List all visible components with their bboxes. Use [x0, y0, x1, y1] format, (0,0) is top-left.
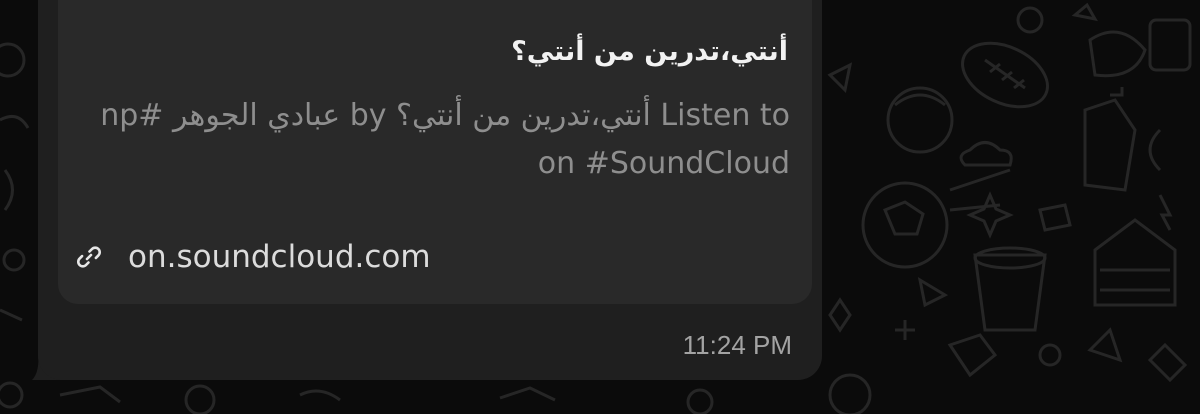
- message-timestamp: 11:24 PM: [682, 330, 792, 360]
- link-preview-title[interactable]: أنتي،تدرين من أنتي؟: [68, 30, 788, 74]
- link-preview-domain[interactable]: on.soundcloud.com: [128, 239, 431, 275]
- link-preview-description: Listen to أنتي،تدرين من أنتي؟ by عبادي ا…: [100, 98, 790, 181]
- link-preview-domain-row[interactable]: on.soundcloud.com: [76, 232, 431, 282]
- link-icon: [76, 246, 102, 268]
